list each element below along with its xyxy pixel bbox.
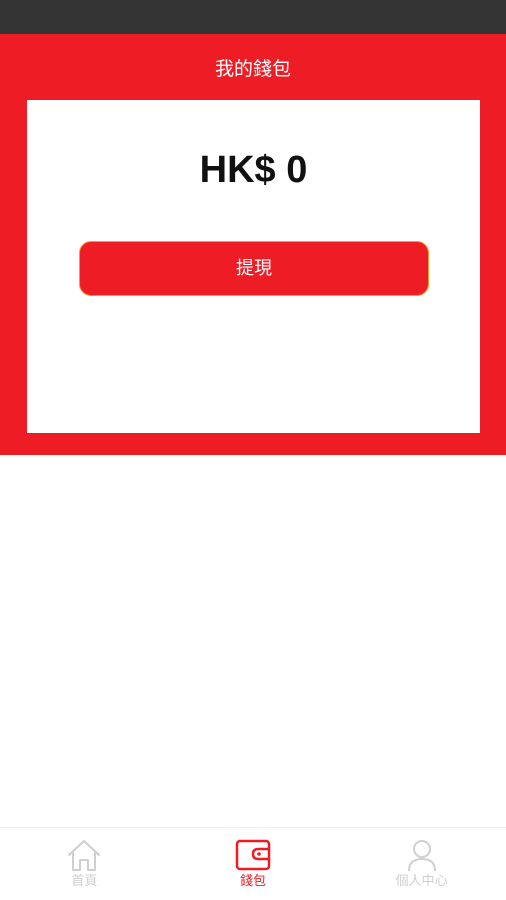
- wallet-card: HK$ 0 提現: [27, 100, 480, 433]
- status-bar: [0, 0, 506, 34]
- nav-item-home[interactable]: 首頁: [0, 828, 169, 900]
- nav-label-profile: 個人中心: [395, 874, 448, 889]
- wallet-icon: [235, 839, 271, 871]
- withdraw-button[interactable]: 提現: [79, 241, 429, 296]
- nav-label-wallet: 錢包: [240, 874, 267, 889]
- nav-item-wallet[interactable]: 錢包: [169, 828, 338, 900]
- nav-item-profile[interactable]: 個人中心: [337, 828, 506, 900]
- nav-label-home: 首頁: [71, 874, 98, 889]
- page-title: 我的錢包: [214, 58, 291, 80]
- wallet-header: 我的錢包 HK$ 0 提現: [0, 34, 506, 455]
- home-icon: [68, 840, 101, 871]
- bottom-navigation: 首頁 錢包 個人中心: [0, 827, 506, 900]
- person-icon: [407, 840, 436, 872]
- balance-amount: HK$ 0: [199, 149, 308, 191]
